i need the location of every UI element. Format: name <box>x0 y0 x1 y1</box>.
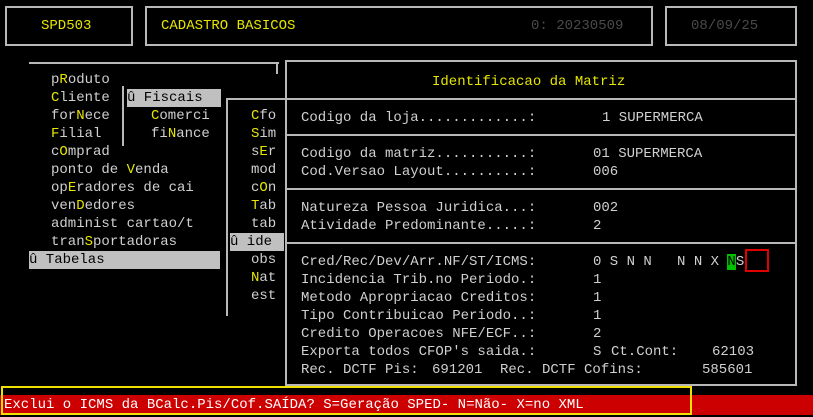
tabelas-item-nat[interactable]: Nat <box>251 269 276 287</box>
tabelas-item-con[interactable]: cOn <box>251 179 276 197</box>
loja-label: Codigo da loja.............: <box>301 110 537 126</box>
menu-item-filial[interactable]: Filial <box>51 125 101 143</box>
matriz-value[interactable]: 01 SUPERMERCA <box>593 145 702 163</box>
atividade-label: Atividade Predominante.....: <box>301 218 537 234</box>
cred-flags[interactable]: 0 S N N N N X NS <box>593 253 744 271</box>
menu-item-transportadoras[interactable]: tranSportadoras <box>51 233 177 251</box>
tabelas-item-ide[interactable]: û ide <box>230 233 284 251</box>
ctcont-value[interactable]: 62103 <box>712 343 754 361</box>
tipo-label: Tipo Contribuicao Periodo..: <box>301 308 537 324</box>
date-box: 08/09/25 <box>665 6 797 46</box>
natureza-value[interactable]: 002 <box>593 199 618 217</box>
cred-label: Cred/Rec/Dev/Arr.NF/ST/ICMS: <box>301 254 537 270</box>
exporta-label: Exporta todos CFOP's saida.: <box>301 344 537 360</box>
tabelas-item-sim[interactable]: Sim <box>251 125 276 143</box>
fiscais-item-comerci[interactable]: Comerci <box>151 107 210 125</box>
reccof-value[interactable]: 585601 <box>702 361 752 379</box>
versao-value[interactable]: 006 <box>593 163 618 181</box>
selected-field-highlight <box>745 249 769 272</box>
program-code: SPD503 <box>41 18 92 34</box>
cred-flags-b: S <box>735 254 745 270</box>
tabelas-border-left <box>226 98 228 316</box>
menu-right-border <box>276 62 278 74</box>
status-message-highlight <box>1 386 692 415</box>
cred-flag-selected[interactable]: N <box>727 254 736 270</box>
tipo-value[interactable]: 1 <box>593 307 601 325</box>
menu-item-comprad[interactable]: cOmprad <box>51 143 110 161</box>
menu-item-operadores[interactable]: opEradores de cai <box>51 179 194 197</box>
incidencia-value[interactable]: 1 <box>593 271 601 289</box>
metodo-label: Metodo Apropriacao Creditos: <box>301 290 537 306</box>
matriz-label: Codigo da matriz...........: <box>301 146 537 162</box>
cred-flags-a: 0 S N N N N X <box>593 254 728 270</box>
tabelas-item-ser[interactable]: sEr <box>251 143 276 161</box>
loja-value[interactable]: 1 SUPERMERCA <box>602 109 703 127</box>
tabelas-item-obs[interactable]: obs <box>251 251 276 269</box>
screen-title-box: CADASTRO BASICOS 0: 20230509 <box>145 6 653 46</box>
tabelas-item-cfo[interactable]: Cfo <box>251 107 276 125</box>
fiscais-border <box>122 86 124 146</box>
tabelas-item-tab2[interactable]: tab <box>251 215 276 233</box>
menu-item-fornece[interactable]: forNece <box>51 107 110 125</box>
dialog-title: Identificacao da Matriz <box>432 74 626 90</box>
reccof-label: Rec. DCTF Cofins: <box>500 362 643 378</box>
ctcont-label: Ct.Cont: <box>611 344 679 360</box>
fiscais-title[interactable]: û Fiscais <box>127 89 221 107</box>
recpis-label: Rec. DCTF Pis: <box>301 362 419 378</box>
recpis-value[interactable]: 691201 <box>432 361 482 379</box>
tabelas-item-est[interactable]: est <box>251 287 276 305</box>
menu-item-ponto-de-venda[interactable]: ponto de Venda <box>51 161 169 179</box>
exporta-value[interactable]: S <box>593 343 601 361</box>
atividade-value[interactable]: 2 <box>593 217 601 235</box>
credop-value[interactable]: 2 <box>593 325 601 343</box>
dialog-separator-1 <box>287 98 795 100</box>
versao-label: Cod.Versao Layout..........: <box>301 164 537 180</box>
fiscais-item-financ[interactable]: fiNance <box>151 125 210 143</box>
dialog-separator-4 <box>287 242 795 244</box>
header-date: 08/09/25 <box>691 18 759 34</box>
menu-item-produto[interactable]: pRoduto <box>51 71 110 89</box>
dialog-separator-2 <box>287 134 795 136</box>
header-code: 0: 20230509 <box>531 18 624 34</box>
credop-label: Credito Operacoes NFE/ECF..: <box>301 326 537 342</box>
program-code-box: SPD503 <box>5 6 133 46</box>
menu-item-cliente[interactable]: Cliente <box>51 89 110 107</box>
tabelas-item-tab[interactable]: Tab <box>251 197 276 215</box>
menu-item-tabelas[interactable]: û Tabelas <box>29 251 220 269</box>
menu-top-border <box>29 62 279 64</box>
incidencia-label: Incidencia Trib.no Periodo.: <box>301 272 537 288</box>
menu-item-administ[interactable]: administ cartao/t <box>51 215 194 233</box>
metodo-value[interactable]: 1 <box>593 289 601 307</box>
natureza-label: Natureza Pessoa Juridica...: <box>301 200 537 216</box>
tabelas-border-top <box>226 98 286 100</box>
screen-title: CADASTRO BASICOS <box>161 18 296 34</box>
tabelas-item-mod[interactable]: mod <box>251 161 276 179</box>
menu-item-vendedores[interactable]: venDedores <box>51 197 135 215</box>
identificacao-matriz-dialog: Identificacao da Matriz Codigo da loja..… <box>285 60 797 386</box>
dialog-separator-3 <box>287 188 795 190</box>
